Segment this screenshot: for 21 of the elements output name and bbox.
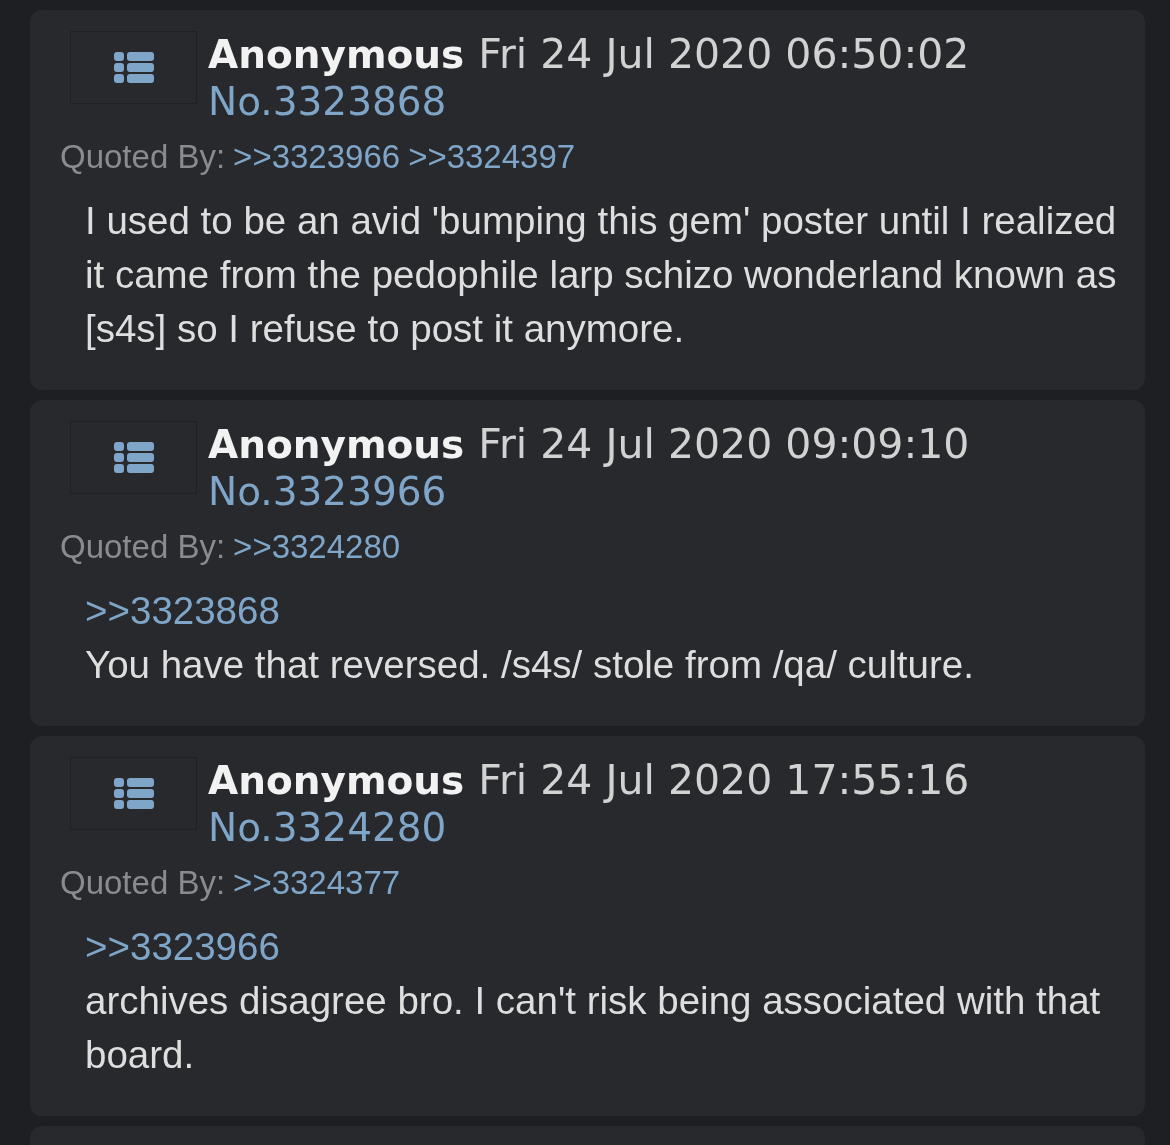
quoted-by-label: Quoted By: [60,138,226,175]
post-date: Fri 24 Jul 2020 09:09:10 [478,420,970,468]
quoted-by-label: Quoted By: [60,528,226,565]
post-text: archives disagree bro. I can't risk being associated with that board. [85,978,1102,1078]
post-text: You have that reversed. /s4s/ stole from /qa/ culture. [85,642,975,688]
post-number-link[interactable]: No.3323966 [208,469,447,514]
poster-name: Anonymous [208,758,465,803]
quote-link[interactable]: >>3323868 [85,589,280,632]
post-text: I used to be an avid 'bumping this gem' poster until I realized it came from the pedophile larp schizo wonderland known as [s4s] so I refuse to post it anymore. [85,198,1118,352]
quote-link[interactable]: >>3323966 [85,925,280,968]
post-date: Fri 24 Jul 2020 17:55:16 [478,756,970,804]
post-number-link[interactable]: No.3323868 [208,79,447,124]
reply-link[interactable]: >>3324280 [233,528,401,565]
poster-name: Anonymous [208,32,465,77]
quoted-by-label: Quoted By: [60,864,226,901]
post-date: Fri 24 Jul 2020 06:50:02 [478,30,970,78]
reply-link[interactable]: >>3323966 [233,138,401,175]
reply-link[interactable]: >>3324377 [233,864,401,901]
reply-link[interactable]: >>3324397 [408,138,576,175]
post-number-link[interactable]: No.3324280 [208,805,447,850]
poster-name: Anonymous [208,422,465,467]
